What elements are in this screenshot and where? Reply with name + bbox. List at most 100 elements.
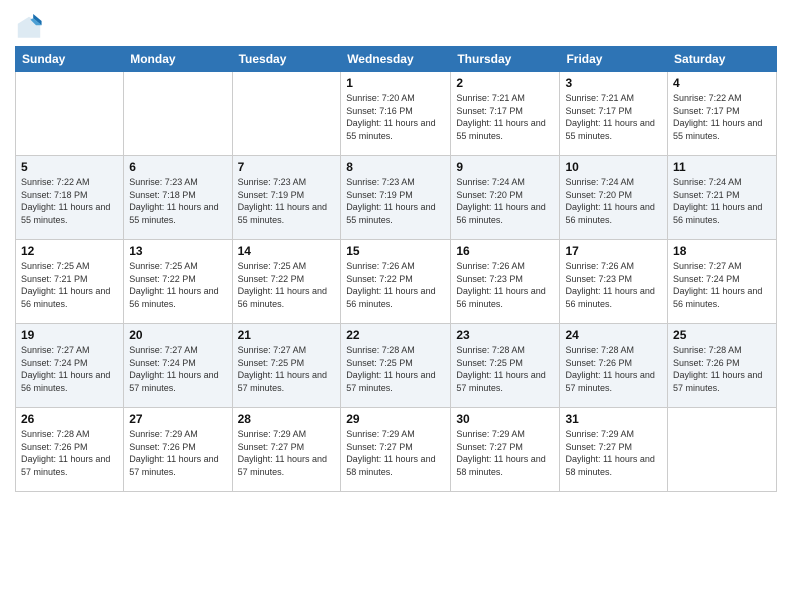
calendar-cell: 20 Sunrise: 7:27 AM Sunset: 7:24 PM Dayli… xyxy=(124,324,232,408)
day-number: 17 xyxy=(565,244,662,258)
day-number: 23 xyxy=(456,328,554,342)
col-header-sunday: Sunday xyxy=(16,47,124,72)
day-number: 28 xyxy=(238,412,336,426)
day-info: Sunrise: 7:24 AM Sunset: 7:20 PM Dayligh… xyxy=(565,176,662,226)
calendar-cell: 12 Sunrise: 7:25 AM Sunset: 7:21 PM Dayli… xyxy=(16,240,124,324)
day-info: Sunrise: 7:29 AM Sunset: 7:27 PM Dayligh… xyxy=(456,428,554,478)
day-number: 25 xyxy=(673,328,771,342)
calendar-cell: 6 Sunrise: 7:23 AM Sunset: 7:18 PM Daylig… xyxy=(124,156,232,240)
day-info: Sunrise: 7:29 AM Sunset: 7:26 PM Dayligh… xyxy=(129,428,226,478)
logo-icon xyxy=(15,14,43,42)
day-info: Sunrise: 7:23 AM Sunset: 7:19 PM Dayligh… xyxy=(238,176,336,226)
day-number: 21 xyxy=(238,328,336,342)
day-number: 1 xyxy=(346,76,445,90)
calendar-cell xyxy=(668,408,777,492)
calendar-cell: 23Sunrise: 7:28 AM Sunset: 7:25 PM Dayli… xyxy=(451,324,560,408)
day-info: Sunrise: 7:27 AM Sunset: 7:24 PM Dayligh… xyxy=(21,344,118,394)
calendar-cell: 25 Sunrise: 7:28 AM Sunset: 7:26 PM Dayli… xyxy=(668,324,777,408)
calendar-table: SundayMondayTuesdayWednesdayThursdayFrid… xyxy=(15,46,777,492)
day-number: 16 xyxy=(456,244,554,258)
day-info: Sunrise: 7:25 AM Sunset: 7:21 PM Dayligh… xyxy=(21,260,118,310)
day-number: 15 xyxy=(346,244,445,258)
day-info: Sunrise: 7:28 AM Sunset: 7:25 PM Dayligh… xyxy=(346,344,445,394)
day-number: 27 xyxy=(129,412,226,426)
day-number: 14 xyxy=(238,244,336,258)
day-number: 29 xyxy=(346,412,445,426)
day-info: Sunrise: 7:24 AM Sunset: 7:20 PM Dayligh… xyxy=(456,176,554,226)
day-info: Sunrise: 7:29 AM Sunset: 7:27 PM Dayligh… xyxy=(238,428,336,478)
calendar-cell: 26 Sunrise: 7:28 AM Sunset: 7:26 PM Dayli… xyxy=(16,408,124,492)
day-number: 20 xyxy=(129,328,226,342)
day-info: Sunrise: 7:21 AM Sunset: 7:17 PM Dayligh… xyxy=(456,92,554,142)
page: SundayMondayTuesdayWednesdayThursdayFrid… xyxy=(0,0,792,612)
calendar-cell: 28 Sunrise: 7:29 AM Sunset: 7:27 PM Dayli… xyxy=(232,408,341,492)
col-header-monday: Monday xyxy=(124,47,232,72)
day-number: 12 xyxy=(21,244,118,258)
day-info: Sunrise: 7:25 AM Sunset: 7:22 PM Dayligh… xyxy=(238,260,336,310)
day-number: 2 xyxy=(456,76,554,90)
week-row-1: 1 Sunrise: 7:20 AM Sunset: 7:16 PM Daylig… xyxy=(16,72,777,156)
calendar-cell: 5Sunrise: 7:22 AM Sunset: 7:18 PM Daylig… xyxy=(16,156,124,240)
calendar-cell: 30Sunrise: 7:29 AM Sunset: 7:27 PM Dayli… xyxy=(451,408,560,492)
day-info: Sunrise: 7:28 AM Sunset: 7:26 PM Dayligh… xyxy=(21,428,118,478)
day-number: 9 xyxy=(456,160,554,174)
day-info: Sunrise: 7:22 AM Sunset: 7:18 PM Dayligh… xyxy=(21,176,118,226)
header xyxy=(15,10,777,42)
calendar-cell: 31 Sunrise: 7:29 AM Sunset: 7:27 PM Dayli… xyxy=(560,408,668,492)
calendar-cell: 4Sunrise: 7:22 AM Sunset: 7:17 PM Daylig… xyxy=(668,72,777,156)
day-number: 18 xyxy=(673,244,771,258)
day-info: Sunrise: 7:27 AM Sunset: 7:25 PM Dayligh… xyxy=(238,344,336,394)
day-number: 10 xyxy=(565,160,662,174)
calendar-cell: 27 Sunrise: 7:29 AM Sunset: 7:26 PM Dayli… xyxy=(124,408,232,492)
calendar-cell: 9 Sunrise: 7:24 AM Sunset: 7:20 PM Daylig… xyxy=(451,156,560,240)
calendar-cell: 2 Sunrise: 7:21 AM Sunset: 7:17 PM Daylig… xyxy=(451,72,560,156)
day-info: Sunrise: 7:26 AM Sunset: 7:22 PM Dayligh… xyxy=(346,260,445,310)
calendar-cell: 7 Sunrise: 7:23 AM Sunset: 7:19 PM Daylig… xyxy=(232,156,341,240)
calendar-cell: 15 Sunrise: 7:26 AM Sunset: 7:22 PM Dayli… xyxy=(341,240,451,324)
calendar-cell xyxy=(232,72,341,156)
calendar-cell: 1 Sunrise: 7:20 AM Sunset: 7:16 PM Daylig… xyxy=(341,72,451,156)
header-row: SundayMondayTuesdayWednesdayThursdayFrid… xyxy=(16,47,777,72)
calendar-cell: 16 Sunrise: 7:26 AM Sunset: 7:23 PM Dayli… xyxy=(451,240,560,324)
day-info: Sunrise: 7:27 AM Sunset: 7:24 PM Dayligh… xyxy=(673,260,771,310)
calendar-cell: 8 Sunrise: 7:23 AM Sunset: 7:19 PM Daylig… xyxy=(341,156,451,240)
day-info: Sunrise: 7:22 AM Sunset: 7:17 PM Dayligh… xyxy=(673,92,771,142)
day-info: Sunrise: 7:26 AM Sunset: 7:23 PM Dayligh… xyxy=(565,260,662,310)
week-row-3: 12 Sunrise: 7:25 AM Sunset: 7:21 PM Dayli… xyxy=(16,240,777,324)
day-info: Sunrise: 7:20 AM Sunset: 7:16 PM Dayligh… xyxy=(346,92,445,142)
col-header-friday: Friday xyxy=(560,47,668,72)
day-info: Sunrise: 7:28 AM Sunset: 7:26 PM Dayligh… xyxy=(565,344,662,394)
day-info: Sunrise: 7:23 AM Sunset: 7:18 PM Dayligh… xyxy=(129,176,226,226)
day-number: 6 xyxy=(129,160,226,174)
day-info: Sunrise: 7:28 AM Sunset: 7:26 PM Dayligh… xyxy=(673,344,771,394)
calendar-cell xyxy=(124,72,232,156)
day-info: Sunrise: 7:25 AM Sunset: 7:22 PM Dayligh… xyxy=(129,260,226,310)
week-row-2: 5Sunrise: 7:22 AM Sunset: 7:18 PM Daylig… xyxy=(16,156,777,240)
calendar-cell: 3 Sunrise: 7:21 AM Sunset: 7:17 PM Daylig… xyxy=(560,72,668,156)
day-info: Sunrise: 7:26 AM Sunset: 7:23 PM Dayligh… xyxy=(456,260,554,310)
calendar-cell: 17 Sunrise: 7:26 AM Sunset: 7:23 PM Dayli… xyxy=(560,240,668,324)
day-number: 31 xyxy=(565,412,662,426)
day-number: 11 xyxy=(673,160,771,174)
day-number: 24 xyxy=(565,328,662,342)
calendar-cell: 29Sunrise: 7:29 AM Sunset: 7:27 PM Dayli… xyxy=(341,408,451,492)
day-info: Sunrise: 7:29 AM Sunset: 7:27 PM Dayligh… xyxy=(565,428,662,478)
day-info: Sunrise: 7:27 AM Sunset: 7:24 PM Dayligh… xyxy=(129,344,226,394)
day-info: Sunrise: 7:23 AM Sunset: 7:19 PM Dayligh… xyxy=(346,176,445,226)
week-row-4: 19 Sunrise: 7:27 AM Sunset: 7:24 PM Dayli… xyxy=(16,324,777,408)
calendar-cell: 11 Sunrise: 7:24 AM Sunset: 7:21 PM Dayli… xyxy=(668,156,777,240)
calendar-cell: 21 Sunrise: 7:27 AM Sunset: 7:25 PM Dayli… xyxy=(232,324,341,408)
day-info: Sunrise: 7:24 AM Sunset: 7:21 PM Dayligh… xyxy=(673,176,771,226)
col-header-tuesday: Tuesday xyxy=(232,47,341,72)
day-number: 26 xyxy=(21,412,118,426)
calendar-cell: 13 Sunrise: 7:25 AM Sunset: 7:22 PM Dayli… xyxy=(124,240,232,324)
calendar-cell xyxy=(16,72,124,156)
calendar-cell: 10 Sunrise: 7:24 AM Sunset: 7:20 PM Dayli… xyxy=(560,156,668,240)
day-number: 13 xyxy=(129,244,226,258)
day-number: 8 xyxy=(346,160,445,174)
week-row-5: 26 Sunrise: 7:28 AM Sunset: 7:26 PM Dayli… xyxy=(16,408,777,492)
day-number: 7 xyxy=(238,160,336,174)
day-info: Sunrise: 7:21 AM Sunset: 7:17 PM Dayligh… xyxy=(565,92,662,142)
day-number: 3 xyxy=(565,76,662,90)
day-number: 19 xyxy=(21,328,118,342)
